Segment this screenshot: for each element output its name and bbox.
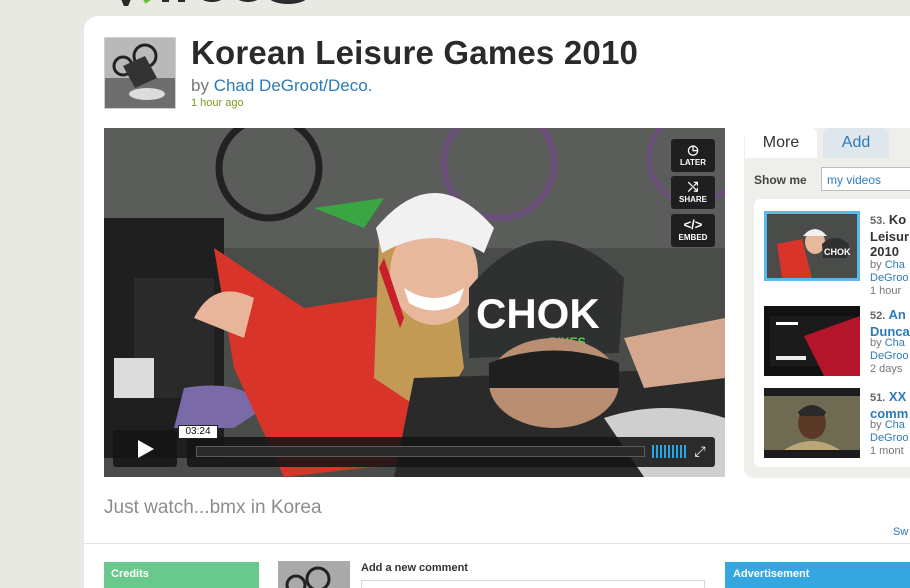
video-item-52-title[interactable]: 52. An Dunca <box>870 307 910 339</box>
credits-header: Credits <box>104 562 259 588</box>
video-byline: by Chad DeGroot/Deco. <box>191 76 372 96</box>
play-icon <box>138 440 154 458</box>
item-title-line: 2010 <box>870 244 899 259</box>
item-title-line: Leisur <box>870 229 910 244</box>
item-title-line: Ko <box>888 212 907 227</box>
clock-icon: ◷ <box>687 142 699 157</box>
time-ago: 2 days <box>870 363 903 375</box>
show-me-label: Show me <box>754 173 807 187</box>
embed-icon: </> <box>683 217 703 232</box>
by-label: by <box>870 259 882 271</box>
author-link[interactable]: Cha <box>885 419 905 431</box>
author-link[interactable]: Chad DeGroot/Deco. <box>214 76 373 95</box>
author-link[interactable]: DeGroo <box>870 272 909 284</box>
watch-later-button[interactable]: ◷ LATER <box>671 139 715 172</box>
commenter-avatar <box>278 561 350 588</box>
item-number: 53. <box>870 215 886 227</box>
upload-time: 1 hour ago <box>191 97 244 109</box>
fullscreen-icon[interactable]: ⤢ <box>692 443 708 459</box>
video-thumb-53[interactable]: CHOK <box>764 211 860 281</box>
share-icon: ⤭ <box>687 179 699 194</box>
section-divider <box>84 543 910 544</box>
by-label: by <box>870 337 882 349</box>
item-number: 52. <box>870 310 886 322</box>
video-title: Korean Leisure Games 2010 <box>191 34 639 71</box>
item-number: 51. <box>870 392 886 404</box>
progress-bar[interactable] <box>196 446 645 457</box>
author-link[interactable]: DeGroo <box>870 432 909 444</box>
share-label: SHARE <box>678 195 707 204</box>
time-ago: 1 hour <box>870 285 902 297</box>
add-comment-label: Add a new comment <box>361 562 468 574</box>
author-link[interactable]: DeGroo <box>870 350 909 362</box>
time-ago: 1 mont <box>870 445 904 457</box>
svg-text:CHOK: CHOK <box>476 290 600 337</box>
owner-thumbnail[interactable] <box>104 37 176 109</box>
by-prefix: by <box>191 76 214 95</box>
video-thumb-52[interactable] <box>764 306 860 376</box>
share-button[interactable]: ⤭ SHARE <box>671 176 715 209</box>
site-logo[interactable] <box>118 0 318 6</box>
video-item-53-meta: by Cha DeGroo 1 hour <box>870 259 909 298</box>
duration-tooltip: 03:24 <box>178 425 218 439</box>
video-description: Just watch...bmx in Korea <box>104 497 322 518</box>
swatch-link[interactable]: Sw <box>893 526 908 538</box>
by-label: by <box>870 419 882 431</box>
video-item-53-title[interactable]: 53. Ko Leisur 2010 <box>870 212 909 259</box>
author-link[interactable]: Cha <box>885 337 905 349</box>
tab-more[interactable]: More <box>745 128 817 158</box>
embed-button[interactable]: </> EMBED <box>671 214 715 247</box>
show-me-select[interactable]: my videos <box>821 167 910 191</box>
control-bar: ⤢ <box>187 437 715 467</box>
svg-text:CHOK: CHOK <box>824 247 851 257</box>
video-item-52-meta: by Cha DeGroo 2 days <box>870 337 909 376</box>
video-item-51-title[interactable]: 51. XX comm <box>870 389 908 421</box>
video-item-51-meta: by Cha DeGroo 1 mont <box>870 419 909 458</box>
later-label: LATER <box>679 158 707 167</box>
play-button[interactable] <box>113 430 177 467</box>
tab-add[interactable]: Add <box>823 128 889 158</box>
advertisement-header: Advertisement <box>725 562 910 588</box>
comment-input[interactable] <box>361 580 705 588</box>
volume-control[interactable] <box>652 445 686 458</box>
author-link[interactable]: Cha <box>885 259 905 271</box>
video-thumb-51[interactable] <box>764 388 860 458</box>
item-title-line: An <box>888 307 906 322</box>
embed-label: EMBED <box>678 233 708 242</box>
item-title-line: XX <box>888 389 907 404</box>
